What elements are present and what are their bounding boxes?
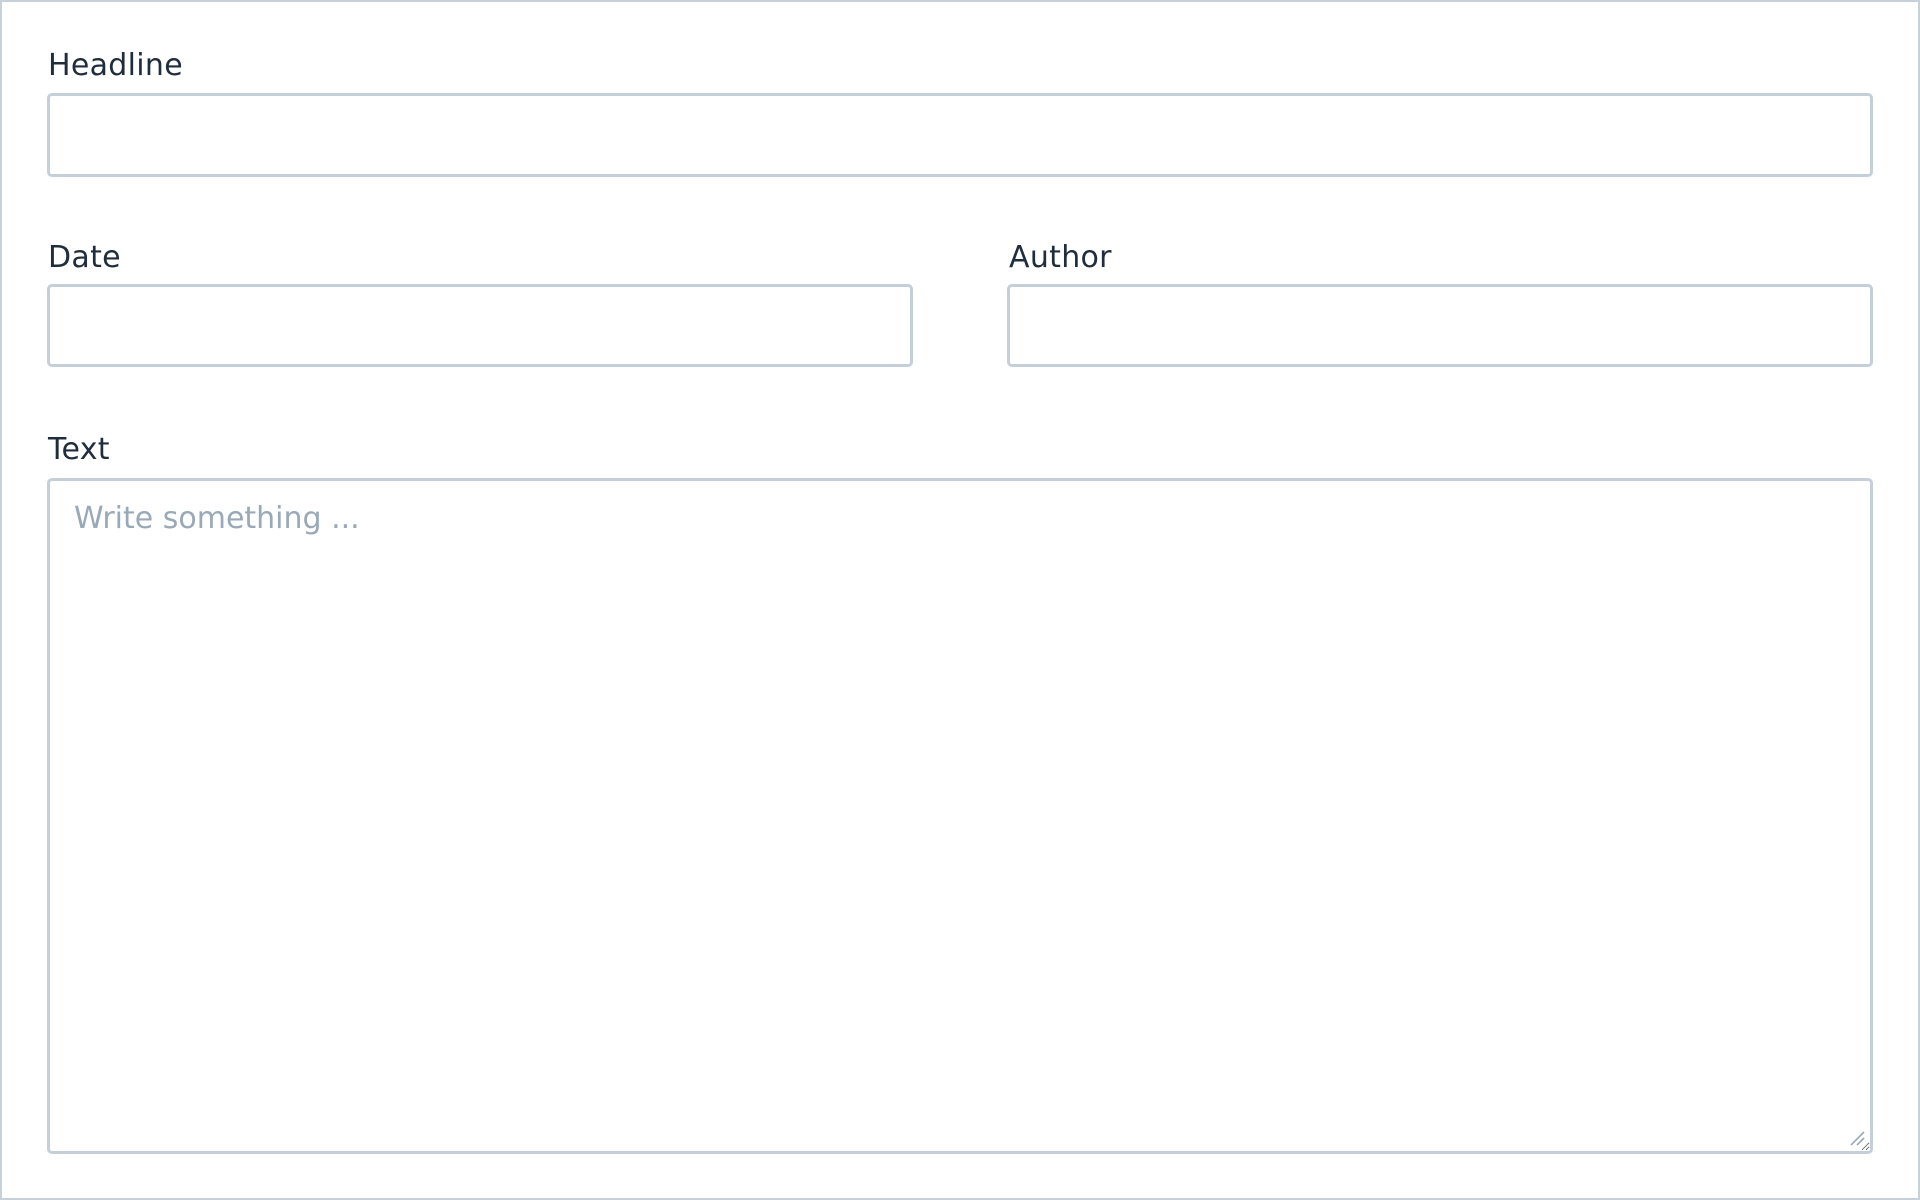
headline-input[interactable]	[47, 93, 1873, 177]
author-input[interactable]	[1007, 284, 1873, 367]
date-input[interactable]	[47, 284, 913, 367]
text-label: Text	[48, 432, 110, 467]
headline-label: Headline	[48, 48, 183, 83]
resize-grip-icon[interactable]	[1848, 1129, 1866, 1147]
author-label: Author	[1009, 240, 1112, 275]
text-textarea[interactable]	[47, 478, 1873, 1154]
form-panel: Headline Date Author Text	[0, 0, 1920, 1200]
date-label: Date	[48, 240, 121, 275]
